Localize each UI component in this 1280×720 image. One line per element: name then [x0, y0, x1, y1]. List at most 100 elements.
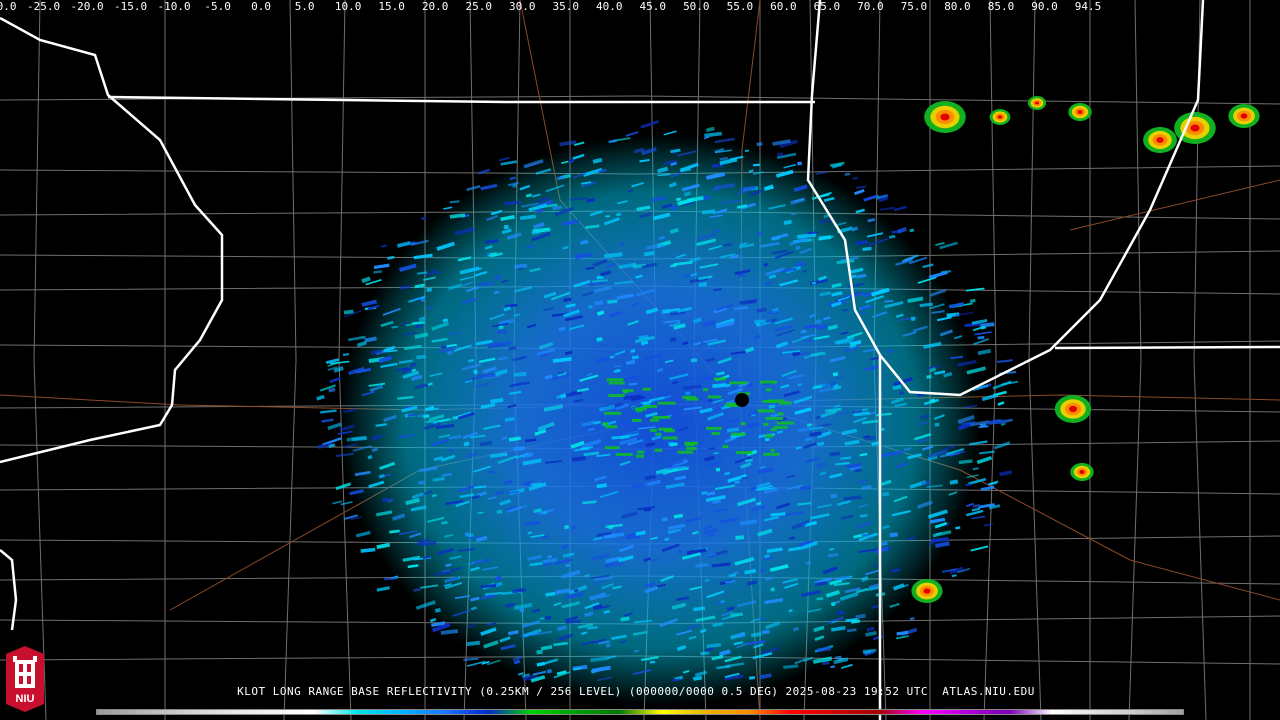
echo-streak — [657, 401, 676, 405]
echo-streak — [677, 450, 694, 454]
legend-tick: 35.0 — [552, 0, 580, 13]
echo-streak — [608, 394, 625, 397]
legend-tick: 50.0 — [683, 0, 710, 13]
echo-streak — [735, 535, 745, 540]
echo-streak — [650, 418, 660, 422]
echo-streak — [662, 436, 678, 440]
echo-streak — [642, 387, 652, 391]
legend-tick: -5.0 — [204, 0, 231, 13]
echo-streak — [704, 579, 710, 582]
legend-tick: 5.0 — [294, 0, 315, 13]
echo-streak — [706, 426, 722, 430]
echo-streak — [652, 415, 671, 419]
echo-streak — [605, 425, 618, 429]
echo-streak — [765, 416, 783, 420]
echo-streak — [503, 224, 509, 230]
echo-streak — [749, 676, 756, 680]
echo-streak — [631, 418, 642, 422]
legend-tick: -25.0 — [26, 0, 61, 13]
echo-streak — [934, 422, 940, 427]
echo-streak — [729, 381, 748, 385]
echo-streak — [602, 422, 608, 426]
echo-streak — [596, 337, 603, 342]
legend-tick: -10.0 — [157, 0, 191, 13]
echo-streak — [778, 412, 784, 416]
storm-cell — [1156, 137, 1164, 143]
storm-cell — [1190, 124, 1200, 132]
storm-cell — [940, 113, 950, 121]
reflectivity-colorbar — [96, 709, 1184, 715]
echo-streak — [795, 245, 801, 250]
echo-streak — [770, 428, 777, 432]
echo-streak — [711, 432, 720, 435]
legend-tick: -15.0 — [113, 0, 148, 13]
storm-cell — [1069, 405, 1077, 413]
echo-streak — [619, 242, 624, 246]
legend-tick: -20.0 — [70, 0, 104, 13]
echo-streak — [426, 287, 432, 292]
echo-streak — [677, 549, 683, 554]
echo-streak — [764, 437, 770, 442]
echo-streak — [770, 448, 775, 452]
echo-streak — [715, 467, 721, 472]
echo-streak — [722, 445, 729, 449]
echo-streak — [684, 441, 699, 445]
echo-streak — [658, 427, 673, 431]
radar-map — [0, 0, 1280, 720]
legend-tick: 0.0 — [251, 0, 272, 13]
echo-streak — [654, 448, 663, 452]
legend-tick: 65.0 — [813, 0, 841, 13]
echo-streak — [622, 389, 634, 393]
legend-tick: 85.0 — [987, 0, 1015, 13]
storm-cell — [1079, 470, 1085, 474]
legend-tick: 15.0 — [378, 0, 405, 13]
echo-streak — [564, 524, 569, 530]
echo-streak — [498, 325, 504, 330]
echo-streak — [740, 422, 746, 426]
echo-streak — [703, 388, 708, 392]
echo-streak — [776, 421, 794, 425]
echo-streak — [713, 377, 726, 381]
echo-streak — [759, 380, 777, 384]
echo-streak — [637, 450, 645, 454]
storm-cell — [1035, 101, 1039, 105]
legend-tick: 70.0 — [857, 0, 884, 13]
legend-tick: 55.0 — [726, 0, 754, 13]
echo-streak — [635, 454, 644, 458]
storm-cell — [923, 588, 931, 594]
legend-tick: 45.0 — [639, 0, 667, 13]
echo-streak — [797, 161, 802, 166]
echo-streak — [686, 447, 697, 451]
echo-streak — [604, 411, 622, 415]
echo-streak — [615, 453, 633, 456]
echo-streak — [604, 446, 620, 450]
echo-streak — [655, 432, 662, 436]
echo-streak — [649, 428, 657, 432]
echo-streak — [608, 381, 625, 385]
echo-streak — [686, 397, 699, 401]
legend-tick: -30.0 — [0, 0, 17, 13]
echo-streak — [685, 391, 691, 396]
legend-tick: 94.5 — [1074, 0, 1102, 13]
legend-tick: 80.0 — [944, 0, 971, 13]
echo-streak — [763, 452, 780, 456]
echo-streak — [731, 432, 746, 436]
echo-streak — [776, 152, 784, 157]
echo-streak — [766, 388, 772, 392]
legend-tick: 75.0 — [900, 0, 928, 13]
storm-cell — [997, 115, 1003, 119]
storm-cell — [1077, 110, 1083, 114]
legend-tick: 30.0 — [508, 0, 536, 13]
echo-streak — [643, 405, 658, 408]
legend-tick: 60.0 — [770, 0, 797, 13]
legend-tick: 25.0 — [465, 0, 492, 13]
radar-site-marker — [735, 393, 749, 407]
legend-tick: 20.0 — [421, 0, 449, 13]
echo-streak — [690, 358, 698, 363]
echo-streak — [735, 451, 753, 455]
echo-streak — [536, 649, 543, 655]
echo-streak — [910, 316, 916, 321]
radar-echo-field — [340, 135, 980, 705]
echo-streak — [606, 378, 624, 382]
product-title: KLOT LONG RANGE BASE REFLECTIVITY (0.25K… — [237, 685, 1035, 698]
